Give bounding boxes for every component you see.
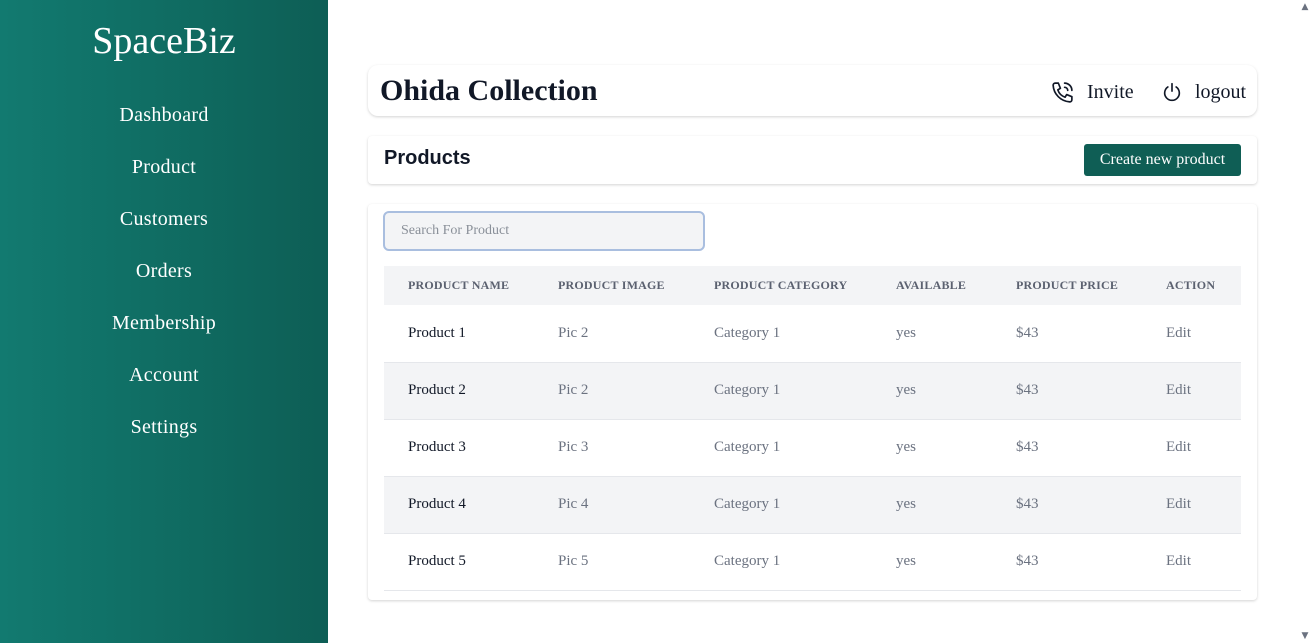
cell-product-name: Product 3 <box>408 439 466 455</box>
edit-link[interactable]: Edit <box>1142 305 1241 362</box>
cell-product-category: Category 1 <box>714 439 781 455</box>
logout-button[interactable]: logout <box>1161 78 1246 106</box>
cell-product-name: Product 5 <box>408 553 466 569</box>
table-row: Product 5 Pic 5 Category 1 yes $43 Edit <box>384 533 1241 590</box>
cell-available: yes <box>896 439 916 455</box>
edit-link[interactable]: Edit <box>1142 419 1241 476</box>
sidebar-item-orders[interactable]: Orders <box>0 245 328 297</box>
table-header-row: PRODUCT NAME PRODUCT IMAGE PRODUCT CATEG… <box>384 266 1241 305</box>
create-product-button[interactable]: Create new product <box>1084 144 1241 176</box>
edit-link[interactable]: Edit <box>1142 476 1241 533</box>
cell-product-image: Pic 3 <box>558 439 589 455</box>
logout-label: logout <box>1195 80 1247 103</box>
cell-product-category: Category 1 <box>714 324 781 341</box>
cell-product-price: $43 <box>1016 439 1039 455</box>
column-header-product-category: PRODUCT CATEGORY <box>714 278 848 292</box>
cell-product-image: Pic 2 <box>558 382 589 398</box>
sidebar-item-product[interactable]: Product <box>0 141 328 193</box>
column-header-product-price: PRODUCT PRICE <box>1016 278 1119 292</box>
sidebar-item-settings[interactable]: Settings <box>0 401 328 453</box>
scroll-down-arrow-icon[interactable]: ▼ <box>1300 631 1310 641</box>
brand-logo[interactable]: SpaceBiz <box>0 18 328 64</box>
scroll-up-arrow-icon[interactable]: ▲ <box>1300 2 1310 12</box>
sidebar-nav: Dashboard Product Customers Orders Membe… <box>0 89 328 453</box>
cell-available: yes <box>896 324 916 341</box>
table-row: Product 3 Pic 3 Category 1 yes $43 Edit <box>384 419 1241 476</box>
cell-product-image: Pic 2 <box>558 324 589 341</box>
cell-product-price: $43 <box>1016 324 1039 341</box>
search-input[interactable] <box>383 211 705 251</box>
sidebar-item-dashboard[interactable]: Dashboard <box>0 89 328 141</box>
edit-link[interactable]: Edit <box>1142 362 1241 419</box>
column-header-product-name: PRODUCT NAME <box>408 278 510 292</box>
invite-button[interactable]: Invite <box>1050 78 1134 106</box>
cell-product-name: Product 1 <box>408 324 466 341</box>
cell-available: yes <box>896 496 916 512</box>
cell-product-name: Product 4 <box>408 496 466 512</box>
cell-product-price: $43 <box>1016 496 1039 512</box>
table-row: Product 4 Pic 4 Category 1 yes $43 Edit <box>384 476 1241 533</box>
products-table: PRODUCT NAME PRODUCT IMAGE PRODUCT CATEG… <box>384 266 1241 591</box>
power-icon <box>1163 82 1181 102</box>
cell-product-price: $43 <box>1016 553 1039 569</box>
cell-product-category: Category 1 <box>714 496 781 512</box>
top-header: Ohida Collection Invite logout <box>368 65 1257 116</box>
column-header-available: AVAILABLE <box>896 278 967 292</box>
products-table-card: PRODUCT NAME PRODUCT IMAGE PRODUCT CATEG… <box>368 204 1257 600</box>
cell-product-category: Category 1 <box>714 553 781 569</box>
sidebar: SpaceBiz Dashboard Product Customers Ord… <box>0 0 328 643</box>
edit-link[interactable]: Edit <box>1142 533 1241 590</box>
table-row: Product 1 Pic 2 Category 1 yes $43 Edit <box>384 305 1241 362</box>
cell-product-image: Pic 4 <box>558 496 589 512</box>
column-header-product-image: PRODUCT IMAGE <box>558 278 665 292</box>
cell-product-price: $43 <box>1016 382 1039 398</box>
cell-available: yes <box>896 553 916 569</box>
table-row: Product 2 Pic 2 Category 1 yes $43 Edit <box>384 362 1241 419</box>
cell-available: yes <box>896 382 916 398</box>
invite-label: Invite <box>1087 80 1134 103</box>
store-title: Ohida Collection <box>380 74 598 107</box>
phone-icon <box>1052 81 1073 103</box>
cell-product-category: Category 1 <box>714 382 781 398</box>
sidebar-item-account[interactable]: Account <box>0 349 328 401</box>
sidebar-item-membership[interactable]: Membership <box>0 297 328 349</box>
products-header: Products Create new product <box>368 136 1257 184</box>
page-title: Products <box>384 147 471 169</box>
column-header-action: ACTION <box>1166 278 1216 292</box>
sidebar-item-customers[interactable]: Customers <box>0 193 328 245</box>
cell-product-name: Product 2 <box>408 382 466 398</box>
cell-product-image: Pic 5 <box>558 553 589 569</box>
